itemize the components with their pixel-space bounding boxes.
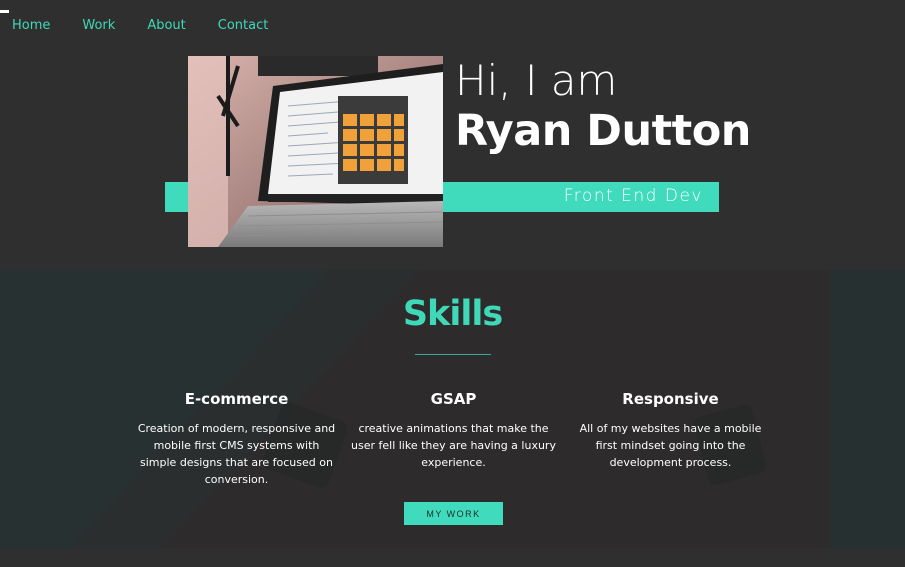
skill-title: E-commerce <box>184 390 289 408</box>
skill-ecommerce: E-commerce Creation of modern, responsiv… <box>134 390 339 488</box>
page-footer-strip <box>0 548 905 567</box>
skills-section: Skills E-commerce Creation of modern, re… <box>0 270 905 548</box>
nav-about-link[interactable]: About <box>147 19 185 32</box>
skills-title: Skills <box>402 294 503 334</box>
main-nav: Home Work About Contact <box>0 0 288 50</box>
hero-role: Front End Dev <box>563 186 703 206</box>
nav-home-link[interactable]: Home <box>12 19 50 32</box>
nav-work-link[interactable]: Work <box>82 19 115 32</box>
skill-description: Creation of modern, responsive and mobil… <box>137 422 336 486</box>
hero-greeting: Hi, I am <box>455 56 618 105</box>
skill-title: GSAP <box>430 390 477 408</box>
skill-description: creative animations that make the user f… <box>351 422 556 469</box>
hero-section: Front End Dev Hi, I am Ryan Dutton <box>0 50 905 270</box>
skills-divider <box>415 354 491 355</box>
nav-contact-link[interactable]: Contact <box>218 19 269 32</box>
skill-description: All of my websites have a mobile first m… <box>579 422 762 469</box>
laptop-photo <box>188 56 443 247</box>
my-work-button[interactable]: MY WORK <box>404 502 503 525</box>
skill-gsap: GSAP creative animations that make the u… <box>351 390 556 471</box>
hero-name: Ryan Dutton <box>455 106 751 156</box>
laptop-photo-illustration <box>188 56 443 247</box>
skill-title: Responsive <box>622 390 719 408</box>
skill-responsive: Responsive All of my websites have a mob… <box>568 390 773 471</box>
